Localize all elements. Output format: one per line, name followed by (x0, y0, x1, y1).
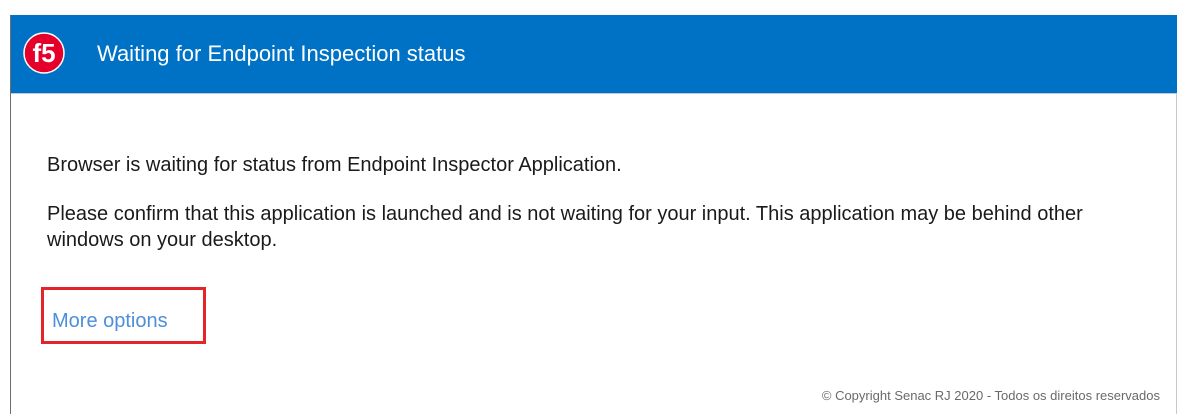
more-options-highlight: More options (41, 287, 206, 344)
status-message: Browser is waiting for status from Endpo… (47, 154, 622, 176)
instruction-message: Please confirm that this application is … (47, 203, 1083, 251)
page-title: Waiting for Endpoint Inspection status (97, 41, 466, 66)
endpoint-inspection-panel: f5 Waiting for Endpoint Inspection statu… (10, 15, 1177, 414)
f5-logo-icon: f5 (23, 32, 65, 74)
logo-text: f5 (32, 38, 55, 68)
header-bar: f5 Waiting for Endpoint Inspection statu… (11, 15, 1177, 94)
footer-copyright: © Copyright Senac RJ 2020 - Todos os dir… (821, 388, 1160, 403)
more-options-link[interactable]: More options (52, 309, 168, 333)
